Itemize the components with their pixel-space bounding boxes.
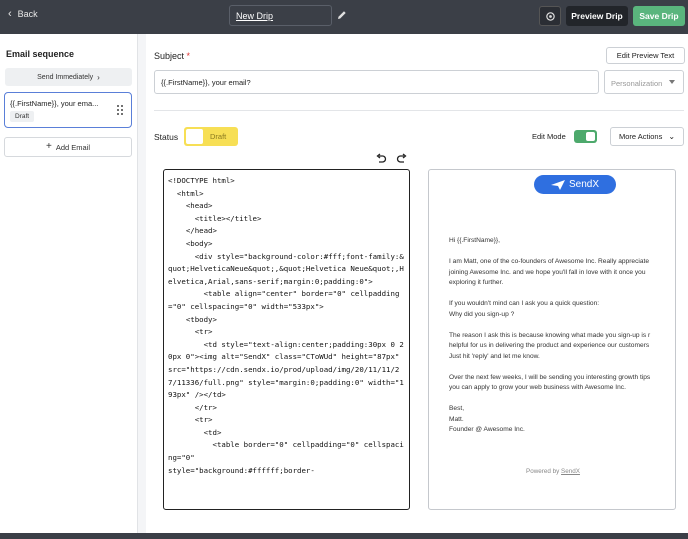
sign-line1: Best,	[449, 405, 465, 412]
sign-line2: Matt.	[449, 415, 464, 423]
powered-by: Powered by SendX	[429, 468, 675, 475]
status-value: Draft	[210, 132, 227, 141]
preview-drip-button[interactable]: Preview Drip	[566, 6, 628, 26]
add-email-label: Add Email	[55, 142, 91, 152]
sidebar: Email sequence Send Immediately › {{.Fir…	[0, 34, 138, 539]
email-item-subject: {{.FirstName}}, your ema...	[10, 99, 99, 108]
signature: Best, Matt. Founder @ Awesome Inc.	[449, 404, 675, 436]
status-badge: Draft	[10, 111, 35, 122]
para2-line2: Why did you sign-up ?	[449, 310, 515, 318]
main-panel: Subject * Edit Preview Text {{.FirstName…	[146, 34, 688, 539]
drip-name-input[interactable]: New Drip	[229, 5, 332, 26]
paragraph-4: Over the next few weeks, I will be sendi…	[449, 373, 675, 394]
subject-input[interactable]: {{.FirstName}}, your email?	[154, 70, 599, 94]
paragraph-3: The reason I ask this is because knowing…	[449, 331, 675, 363]
settings-button[interactable]	[539, 6, 561, 26]
para3-line1: The reason I ask this is because knowing…	[449, 331, 651, 339]
powered-prefix: Powered by	[526, 468, 560, 475]
drag-handle-icon[interactable]	[117, 105, 123, 115]
more-actions-label: More Actions	[618, 132, 663, 141]
para1-line3: exploring it further.	[449, 279, 504, 286]
code-content: <!DOCTYPE html> <html> <head> <title></t…	[168, 176, 404, 475]
bottom-strip	[0, 533, 688, 539]
paragraph-2: If you wouldn't mind can I ask you a qui…	[449, 299, 675, 320]
subject-label: Subject *	[154, 51, 190, 61]
required-marker: *	[186, 51, 191, 61]
undo-icon[interactable]	[375, 153, 387, 165]
send-immediately-button[interactable]: Send Immediately ›	[5, 68, 132, 86]
logo-text: SendX	[568, 179, 600, 190]
email-item[interactable]: {{.FirstName}}, your ema... Draft	[4, 92, 132, 128]
caret-down-icon	[669, 80, 675, 84]
pencil-icon[interactable]	[336, 9, 348, 21]
back-button[interactable]: ‹ Back	[8, 8, 38, 20]
save-drip-button[interactable]: Save Drip	[633, 6, 685, 26]
gear-icon	[545, 11, 555, 21]
para4-line2: you can apply to grow your web business …	[449, 384, 626, 391]
sidebar-heading: Email sequence	[6, 49, 75, 59]
chevron-right-icon: ›	[97, 72, 100, 82]
personalization-placeholder: Personalization	[611, 79, 663, 88]
para3-line2: helpful for us in delivering the product…	[449, 342, 650, 349]
paragraph-1: I am Matt, one of the co-founders of Awe…	[449, 257, 675, 289]
redo-icon[interactable]	[396, 153, 408, 165]
chevron-down-icon: ⌄	[668, 132, 676, 141]
para3-line3: Just hit 'reply' and let me know.	[449, 352, 540, 360]
plus-icon: +	[45, 141, 52, 152]
more-actions-button[interactable]: More Actions ⌄	[610, 127, 684, 146]
send-immediately-label: Send Immediately	[37, 73, 94, 81]
para2-line1: If you wouldn't mind can I ask you a qui…	[449, 300, 600, 307]
divider	[154, 110, 684, 111]
sign-line3: Founder @ Awesome Inc.	[449, 426, 525, 433]
powered-link[interactable]: SendX	[561, 468, 580, 475]
edit-mode-knob	[586, 132, 595, 141]
edit-mode-label: Edit Mode	[532, 132, 566, 141]
status-toggle[interactable]: Draft	[184, 127, 238, 146]
edit-mode-toggle[interactable]	[574, 130, 597, 143]
status-toggle-knob	[186, 129, 203, 144]
para1-line1: I am Matt, one of the co-founders of Awe…	[449, 258, 649, 265]
drip-name-value: New Drip	[236, 11, 274, 21]
add-email-button[interactable]: + Add Email	[4, 137, 132, 157]
edit-preview-text-button[interactable]: Edit Preview Text	[606, 47, 685, 64]
personalization-select[interactable]: Personalization	[604, 70, 684, 94]
para1-line2: joining Awesome Inc. and we hope you'll …	[449, 268, 646, 276]
status-label: Status	[154, 132, 179, 142]
html-code-editor[interactable]: <!DOCTYPE html> <html> <head> <title></t…	[163, 169, 410, 510]
chevron-left-icon: ‹	[8, 8, 12, 20]
para4-line1: Over the next few weeks, I will be sendi…	[449, 373, 651, 381]
paper-plane-icon	[550, 179, 565, 190]
top-bar: ‹ Back New Drip Preview Drip Save Drip	[0, 0, 688, 34]
sendx-logo: SendX	[534, 175, 616, 194]
subject-label-text: Subject	[154, 51, 185, 61]
greeting: Hi {{.FirstName}},	[449, 237, 500, 244]
back-label: Back	[17, 9, 38, 19]
preview-body: Hi {{.FirstName}}, I am Matt, one of the…	[449, 236, 675, 446]
email-preview: SendX Hi {{.FirstName}}, I am Matt, one …	[428, 169, 676, 510]
